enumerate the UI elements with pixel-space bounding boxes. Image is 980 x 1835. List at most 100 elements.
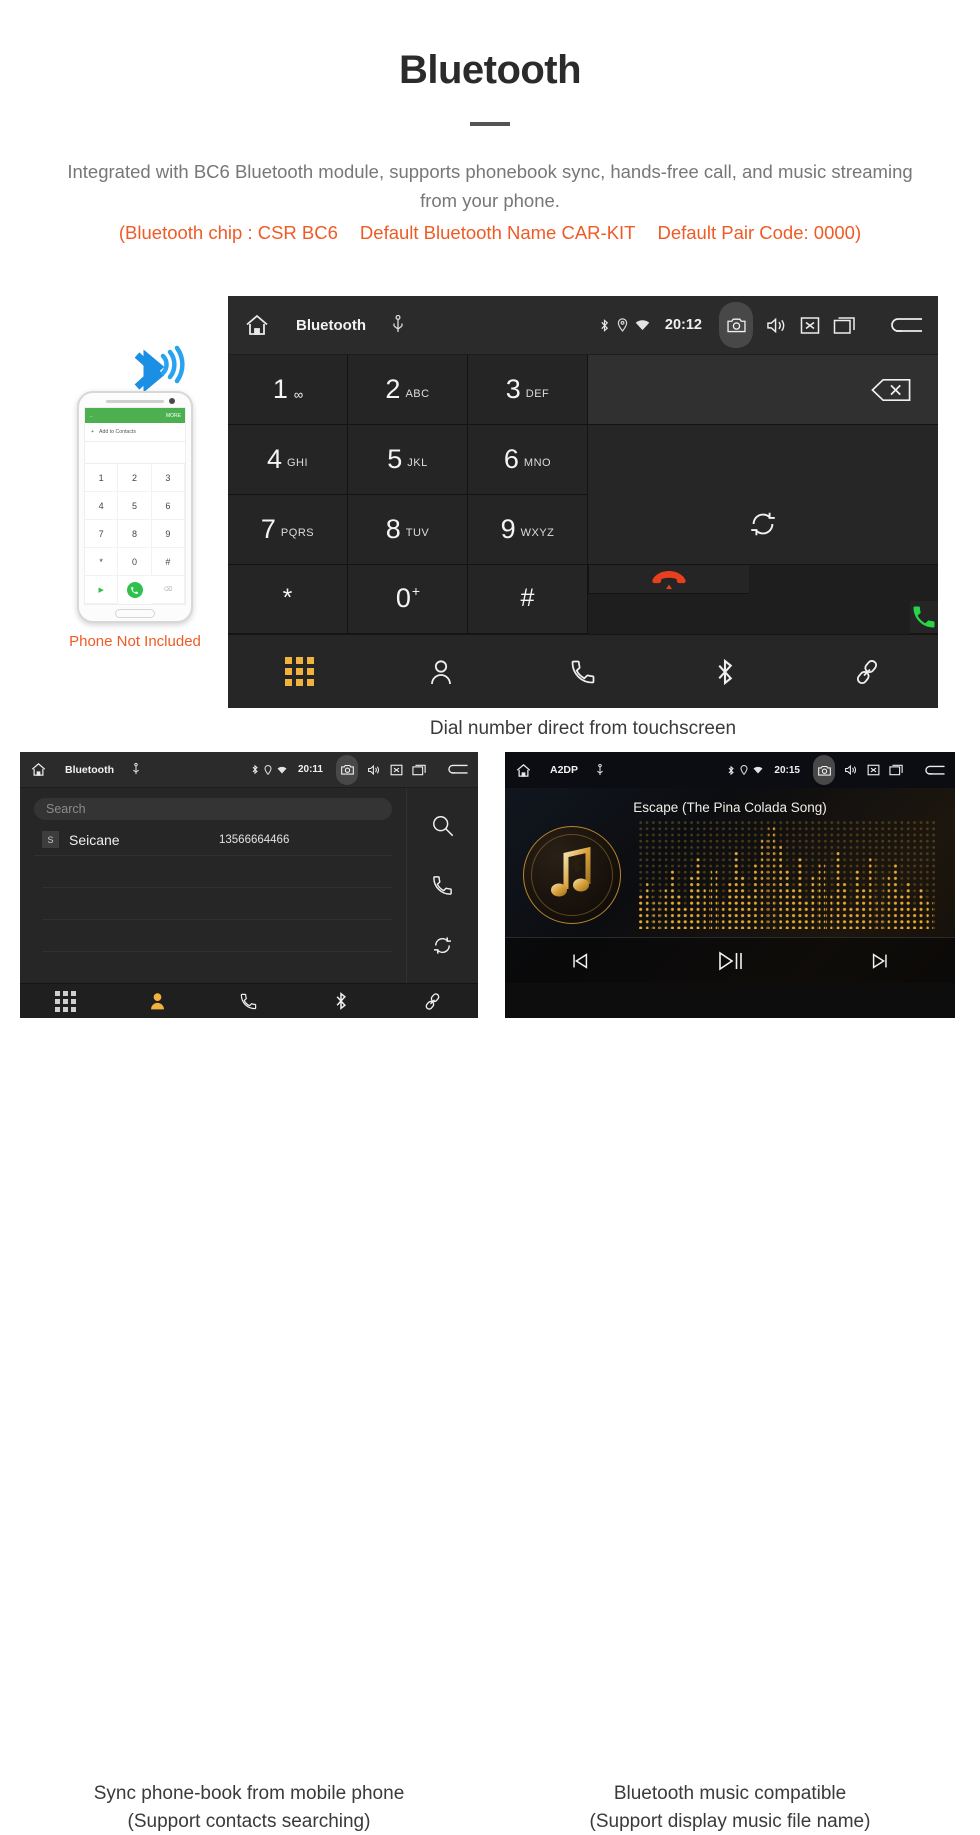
phone-key[interactable]: 0 [118,548,152,577]
camera-icon[interactable] [719,302,753,349]
dialer-statusbar: Bluetooth 20:12 [228,296,938,356]
home-icon[interactable] [515,763,532,778]
key-label: 9 [500,513,516,544]
phone-home-button[interactable] [115,609,155,619]
phone-back-icon[interactable]: ← [89,413,94,419]
camera-icon[interactable] [336,754,358,785]
plus-icon: + [91,429,95,436]
phone-add-contact[interactable]: + Add to Contacts [85,423,185,443]
phone-icon[interactable] [431,874,454,897]
volume-icon[interactable] [367,764,381,776]
phone-number-field[interactable] [85,442,185,465]
search-icon[interactable] [431,814,455,838]
phone-key[interactable]: 9 [151,520,185,549]
phone-key[interactable]: 1 [85,464,119,493]
music-transport-controls[interactable] [505,937,955,983]
search-input[interactable]: Search [34,798,392,820]
phone-key[interactable]: 6 [151,492,185,521]
phone-key[interactable]: 5 [118,492,152,521]
phone-call-button[interactable] [118,576,151,604]
music-screenshot: A2DP 20:15 Escape (The Pina Colada Song) [505,752,955,1018]
wifi-icon [753,766,763,774]
bluetooth-icon [714,657,736,687]
nav-link[interactable] [796,658,938,686]
phone-videocall-icon[interactable]: ▶ [85,576,119,605]
volume-icon[interactable] [844,764,858,776]
close-box-icon[interactable] [800,316,820,335]
nav-contacts[interactable] [370,658,512,686]
nav-dialpad[interactable] [228,657,370,687]
key-hash[interactable]: # [468,564,588,635]
key-2[interactable]: 2 ABC [348,355,468,426]
number-display[interactable] [588,355,938,426]
dialer-screenshot: Bluetooth 20:12 1 ∞ 2 ABC 3 DEF 4 GHI 5 … [228,296,938,709]
call-controls [588,564,938,635]
camera-icon[interactable] [813,755,835,785]
phone-key[interactable]: * [85,548,119,577]
key-9[interactable]: 9 WXYZ [468,494,588,565]
close-box-icon[interactable] [390,764,403,776]
key-star[interactable]: * [228,564,348,635]
home-icon[interactable] [30,762,47,777]
nav-bluetooth[interactable] [654,657,796,687]
phone-key[interactable]: 7 [85,520,119,549]
recent-apps-icon[interactable] [412,764,427,776]
key-1[interactable]: 1 ∞ [228,355,348,426]
status-clock: 20:11 [297,764,323,775]
previous-track-button[interactable] [505,950,655,972]
phone-more-label[interactable]: MORE [166,413,181,419]
phone-key[interactable]: 8 [118,520,152,549]
play-pause-button[interactable] [655,947,805,975]
end-call-button[interactable] [588,564,749,594]
phone-app-header: ← MORE [85,408,185,424]
next-track-button[interactable] [805,950,955,972]
phone-keypad[interactable]: 1 2 3 4 5 6 7 8 9 * 0 # ▶ ⌫ [85,464,185,605]
key-7[interactable]: 7 PQRS [228,494,348,565]
key-letters: JKL [407,457,428,470]
key-letters: ABC [405,387,430,400]
phone-key[interactable]: 2 [118,464,152,493]
nav-link[interactable] [386,992,478,1011]
key-label: 4 [266,443,282,474]
phone-backspace-icon[interactable]: ⌫ [151,576,185,605]
dialpad-grid[interactable]: 1 ∞ 2 ABC 3 DEF 4 GHI 5 JKL 6 MNO 7 PQRS… [228,355,938,635]
home-icon[interactable] [244,313,270,337]
call-button[interactable] [910,601,938,635]
backspace-icon[interactable] [870,377,912,403]
dialer-bottom-nav[interactable] [228,634,938,709]
sync-icon[interactable] [431,934,454,957]
nav-call-log[interactable] [512,658,654,686]
recent-apps-icon[interactable] [889,764,904,776]
key-3[interactable]: 3 DEF [468,355,588,426]
back-icon[interactable] [445,763,469,776]
contacts-body: Search S Seicane 13566664466 [20,788,478,983]
key-6[interactable]: 6 MNO [468,425,588,495]
key-label: 3 [505,374,521,405]
key-5[interactable]: 5 JKL [348,425,468,495]
nav-contacts[interactable] [112,992,204,1010]
title-divider [470,122,510,126]
key-letters: DEF [525,387,550,400]
back-icon[interactable] [886,315,924,336]
dialpad-icon [55,990,77,1012]
key-label: 7 [260,513,276,544]
key-letters: PQRS [280,527,315,540]
back-icon[interactable] [922,764,946,777]
nav-bluetooth[interactable] [295,991,387,1011]
phone-key[interactable]: 4 [85,492,119,521]
list-item[interactable]: S Seicane 13566664466 [34,824,392,856]
volume-icon[interactable] [766,316,787,335]
close-box-icon[interactable] [867,764,880,776]
nav-call-log[interactable] [203,992,295,1011]
phone-key[interactable]: 3 [151,464,185,493]
music-body: Escape (The Pina Colada Song) [505,788,955,983]
key-8[interactable]: 8 TUV [348,494,468,565]
nav-dialpad[interactable] [20,990,112,1012]
phone-key[interactable]: # [151,548,185,577]
sync-icon[interactable] [747,508,779,540]
sync-panel[interactable] [588,425,938,565]
key-4[interactable]: 4 GHI [228,425,348,495]
contacts-bottom-nav[interactable] [20,983,478,1018]
recent-apps-icon[interactable] [833,316,857,335]
key-0[interactable]: 0 + [348,564,468,635]
